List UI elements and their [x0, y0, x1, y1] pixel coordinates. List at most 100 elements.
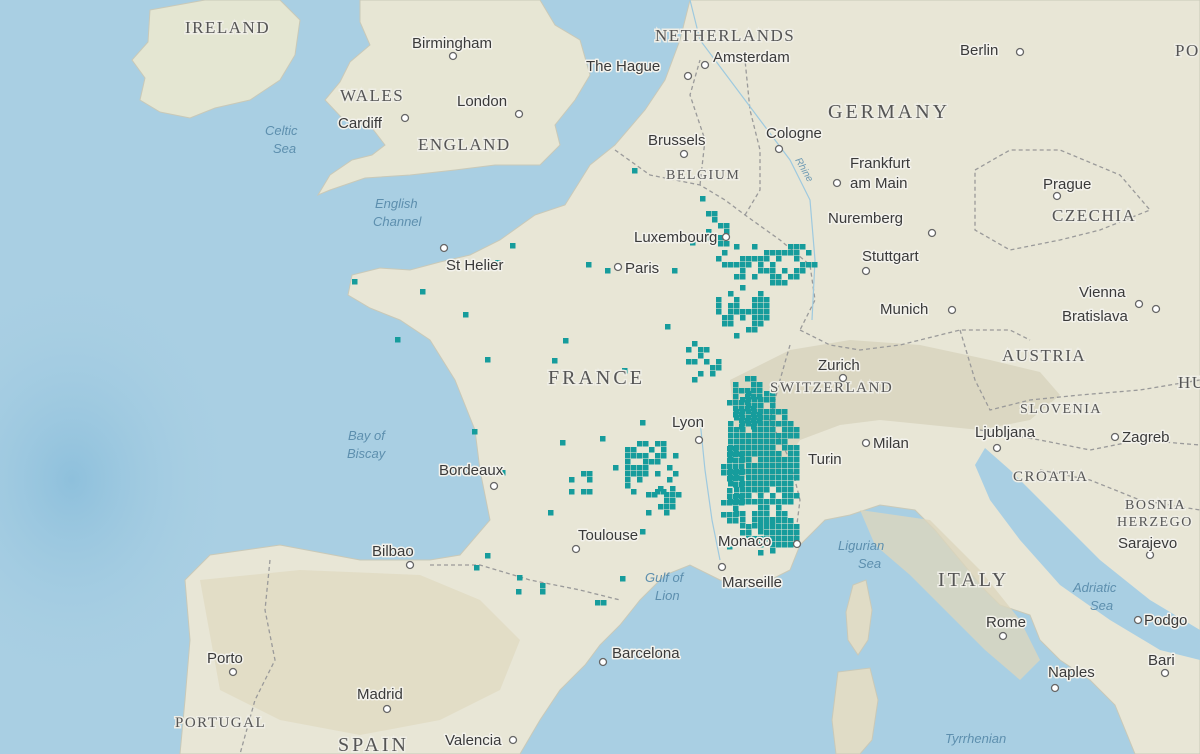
- occurrence-cell: [716, 365, 722, 371]
- occurrence-cell: [655, 471, 661, 477]
- occurrence-cell: [637, 465, 643, 471]
- occurrence-cell: [746, 262, 752, 268]
- occurrence-cell: [752, 445, 758, 451]
- occurrence-cell: [739, 476, 745, 482]
- occurrence-cell: [728, 303, 734, 309]
- occurrence-cell: [764, 397, 770, 403]
- occurrence-cell: [734, 487, 740, 493]
- occurrence-cell: [788, 481, 794, 487]
- occurrence-cell: [788, 250, 794, 256]
- occurrence-cell: [746, 499, 752, 505]
- city-marker-cologne: [774, 144, 784, 154]
- occurrence-cell: [727, 470, 733, 476]
- occurrence-cell: [739, 470, 745, 476]
- country-label-belgium: BELGIUM: [666, 168, 740, 183]
- city-label-marseille: Marseille: [722, 574, 782, 591]
- city-label-birmingham: Birmingham: [412, 35, 492, 52]
- occurrence-cell: [782, 475, 788, 481]
- occurrence-cell: [770, 403, 776, 409]
- occurrence-cell: [752, 481, 758, 487]
- country-label-herzegovina: HERZEGO: [1117, 515, 1193, 530]
- occurrence-cell: [552, 358, 558, 364]
- city-label-sarajevo: Sarajevo: [1118, 535, 1177, 552]
- occurrence-cell: [770, 481, 776, 487]
- occurrence-cell: [776, 463, 782, 469]
- sea-label-english: English: [375, 196, 418, 211]
- occurrence-cell: [751, 394, 757, 400]
- occurrence-cell: [758, 256, 764, 262]
- occurrence-cell: [673, 453, 679, 459]
- occurrence-cell: [665, 324, 671, 330]
- occurrence-cell: [782, 536, 788, 542]
- occurrence-cell: [776, 481, 782, 487]
- sea-label-bay-of: Bay of: [348, 428, 386, 443]
- city-marker-madrid: [382, 704, 392, 714]
- city-marker-sarajevo: [1145, 550, 1155, 560]
- occurrence-cell: [770, 397, 776, 403]
- occurrence-cell: [721, 470, 727, 476]
- occurrence-cell: [728, 309, 734, 315]
- city-marker-berlin: [1015, 47, 1025, 57]
- occurrence-cell: [712, 217, 718, 223]
- occurrence-cell: [727, 518, 733, 524]
- occurrence-cell: [758, 493, 764, 499]
- occurrence-cell: [661, 441, 667, 447]
- occurrence-cell: [569, 489, 575, 495]
- occurrence-cell: [770, 439, 776, 445]
- map-canvas[interactable]: IRELAND WALES ENGLAND NETHERLANDS BELGIU…: [0, 0, 1200, 754]
- occurrence-cell: [782, 445, 788, 451]
- city-label-st-helier: St Helier: [446, 257, 504, 274]
- city-label-bratislava: Bratislava: [1062, 308, 1129, 325]
- country-label-netherlands: NETHERLANDS: [655, 26, 795, 45]
- occurrence-cell: [770, 451, 776, 457]
- city-marker-st-helier: [439, 243, 449, 253]
- occurrence-cell: [733, 458, 739, 464]
- occurrence-cell: [673, 471, 679, 477]
- occurrence-cell: [733, 406, 739, 412]
- occurrence-cell: [800, 244, 806, 250]
- city-label-amsterdam: Amsterdam: [713, 49, 790, 66]
- occurrence-cell: [625, 447, 631, 453]
- country-label-france: FRANCE: [548, 367, 645, 389]
- occurrence-cell: [664, 492, 670, 498]
- occurrence-cell: [758, 403, 764, 409]
- occurrence-cell: [718, 223, 724, 229]
- occurrence-cell: [776, 274, 782, 280]
- occurrence-cell: [782, 511, 788, 517]
- city-label-bari: Bari: [1148, 652, 1175, 669]
- city-label-zurich: Zurich: [818, 357, 860, 374]
- occurrence-cell: [548, 510, 554, 516]
- occurrence-cell: [770, 469, 776, 475]
- occurrence-cell: [782, 268, 788, 274]
- country-label-wales: WALES: [340, 86, 404, 105]
- occurrence-cell: [794, 524, 800, 530]
- occurrence-cell: [776, 524, 782, 530]
- city-marker-zagreb: [1110, 432, 1120, 442]
- occurrence-cell: [605, 268, 611, 274]
- occurrence-cell: [782, 427, 788, 433]
- occurrence-cell: [420, 289, 426, 295]
- sea-label-celtic: Celtic: [265, 123, 298, 138]
- occurrence-cell: [782, 542, 788, 548]
- occurrence-cell: [740, 523, 746, 529]
- occurrence-cell: [746, 445, 752, 451]
- occurrence-cell: [746, 524, 752, 530]
- occurrence-cell: [788, 542, 794, 548]
- occurrence-cell: [643, 471, 649, 477]
- city-label-bilbao: Bilbao: [372, 543, 414, 560]
- occurrence-cell: [643, 441, 649, 447]
- occurrence-cell: [758, 469, 764, 475]
- occurrence-cell: [727, 512, 733, 518]
- sea-label-biscay: Biscay: [347, 446, 387, 461]
- map-viewport[interactable]: IRELAND WALES ENGLAND NETHERLANDS BELGIU…: [0, 0, 1200, 754]
- occurrence-cell: [740, 439, 746, 445]
- city-marker-stuttgart: [861, 266, 871, 276]
- occurrence-cell: [757, 418, 763, 424]
- city-label-turin: Turin: [808, 451, 842, 468]
- country-label-bosnia: BOSNIA: [1125, 498, 1186, 513]
- occurrence-cell: [794, 469, 800, 475]
- occurrence-cell: [751, 382, 757, 388]
- occurrence-cell: [637, 477, 643, 483]
- occurrence-cell: [782, 409, 788, 415]
- occurrence-cell: [722, 250, 728, 256]
